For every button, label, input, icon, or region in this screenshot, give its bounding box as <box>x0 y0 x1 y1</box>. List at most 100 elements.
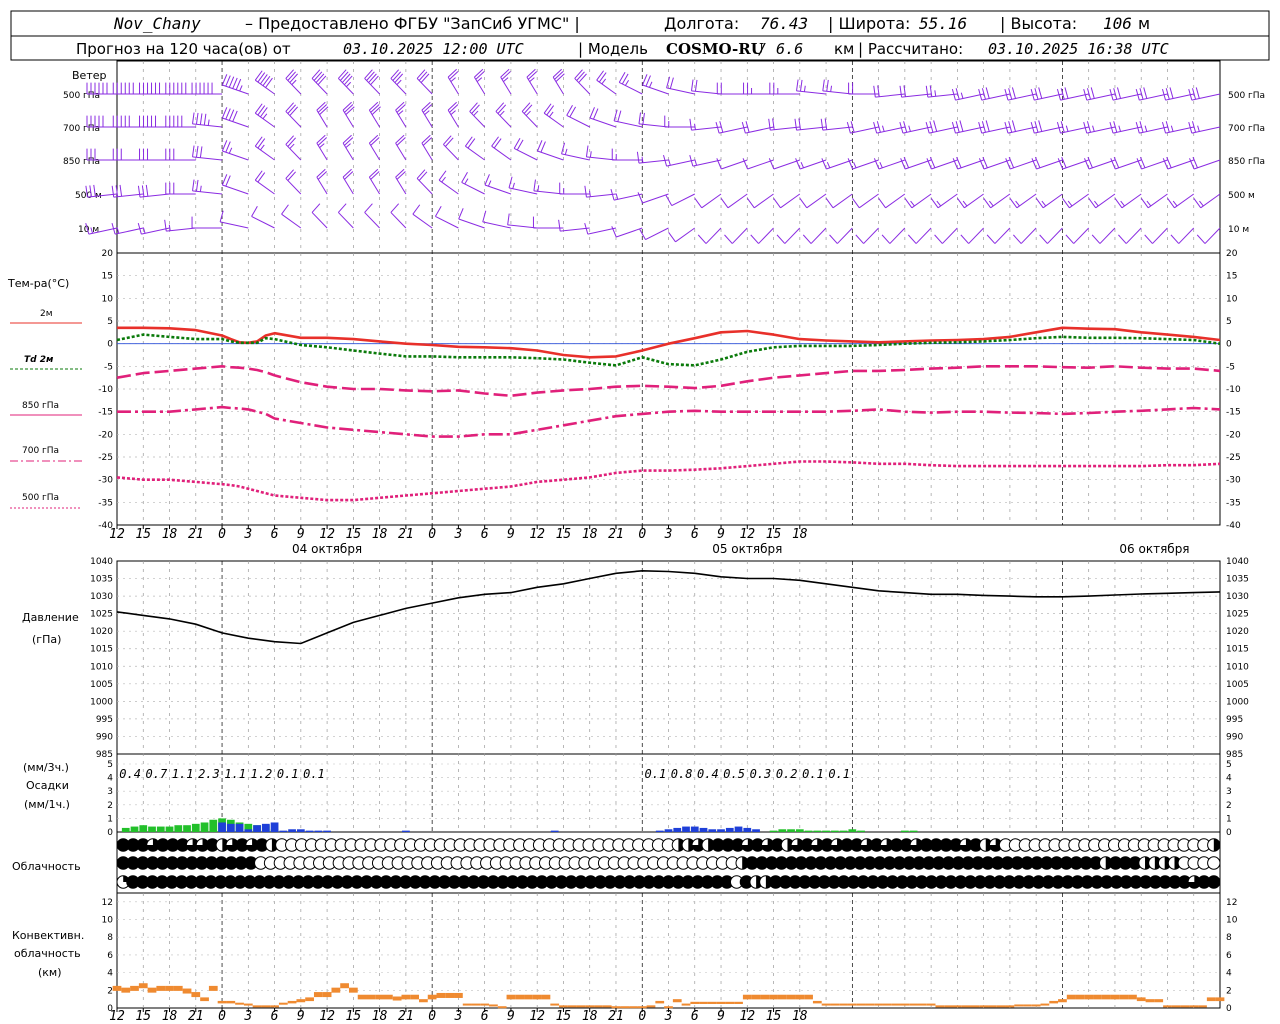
conv-tick-left: 2 <box>107 986 113 996</box>
conv-bar <box>751 994 761 1000</box>
wind-level-10m-right: 10 м <box>1228 225 1249 235</box>
precip-3h-total: 1.1 <box>224 767 246 781</box>
conv-bar <box>112 985 122 991</box>
conv-title-2: облачность <box>14 947 81 960</box>
precip-3h-total: 0.4 <box>697 767 719 781</box>
temp-tick-right: 15 <box>1226 272 1237 282</box>
snow-bar <box>664 829 673 832</box>
calc-time: 03.10.2025 16:38 UTC <box>988 40 1169 58</box>
rain-bar <box>148 826 156 832</box>
time-tick-mid: 6 <box>271 527 279 542</box>
conv-bar <box>672 999 682 1003</box>
conv-bar <box>935 1005 945 1008</box>
conv-bar <box>235 1002 244 1005</box>
temp-tick-left: -5 <box>104 362 113 372</box>
conv-tick-right: 8 <box>1226 933 1232 943</box>
rain-bar <box>200 822 209 832</box>
time-tick-mid: 3 <box>453 527 462 542</box>
conv-bar <box>1171 1005 1181 1008</box>
conv-bar <box>1198 1005 1207 1008</box>
pres-tick-left: 1025 <box>90 610 113 620</box>
conv-bar <box>1101 994 1111 1000</box>
snow-bar <box>655 830 664 832</box>
precip-3h-total: 0.3 <box>750 767 772 781</box>
station-name: Nov_Chany <box>113 14 201 33</box>
conv-bar <box>716 1001 726 1004</box>
conv-bar <box>1189 1005 1199 1008</box>
precip-3h-total: 0.5 <box>723 767 745 781</box>
pres-tick-left: 1030 <box>90 592 113 602</box>
conv-tick-right: 2 <box>1226 986 1232 996</box>
conv-bar <box>348 987 358 993</box>
cloud-title: Облачность <box>12 860 81 873</box>
conv-bar <box>1128 994 1137 1000</box>
conv-bar <box>637 1006 647 1009</box>
conv-bar <box>953 1005 962 1008</box>
pres-tick-right: 1005 <box>1226 680 1249 690</box>
wind-level-500hpa-right: 500 гПа <box>1228 91 1265 101</box>
precip-tick-left: 5 <box>107 760 113 770</box>
conv-bar <box>1093 994 1102 1000</box>
pres-tick-left: 995 <box>96 715 113 725</box>
snow-bar <box>752 829 760 832</box>
conv-bar <box>1040 1003 1050 1006</box>
conv-bar <box>1110 994 1120 1000</box>
conv-bar <box>576 1005 586 1008</box>
conv-bar <box>454 992 463 998</box>
precip-3h-total: 0.1 <box>828 767 850 781</box>
conv-bar <box>366 994 376 1000</box>
conv-tick-left: 6 <box>107 951 113 961</box>
rain-bar <box>165 826 174 832</box>
temp-tick-right: -15 <box>1226 408 1241 418</box>
model-resolution: / 6.6 <box>758 40 803 58</box>
time-tick-mid: 3 <box>664 527 673 542</box>
wind-level-500m-right: 500 м <box>1228 191 1255 201</box>
rain-bar <box>848 829 857 832</box>
rain-bar <box>900 830 909 832</box>
conv-bar <box>664 1006 673 1009</box>
conv-bar <box>1058 999 1067 1003</box>
time-tick-mid: 9 <box>717 527 725 542</box>
conv-bar <box>532 994 542 1000</box>
calc-label: | Рассчитано: <box>858 40 963 58</box>
resolution-unit: км <box>834 40 854 58</box>
snow-bar <box>673 827 682 832</box>
wind-title: Ветер <box>72 69 106 82</box>
provider-text: – Предоставлено ФГБУ "ЗапСиб УГМС" | <box>245 14 580 33</box>
cloudiness-panel <box>116 838 1221 889</box>
rain-bar <box>830 830 839 832</box>
conv-bar <box>436 992 446 998</box>
alt-label: | Высота: <box>1000 14 1077 33</box>
conv-bar <box>690 1001 700 1004</box>
rain-bar <box>183 825 191 832</box>
conv-bar <box>261 1005 271 1008</box>
cloud-symbol <box>1207 856 1221 870</box>
precip-tick-right: 2 <box>1226 801 1232 811</box>
lat-value: 55.16 <box>919 14 967 33</box>
snow-bar <box>235 823 244 832</box>
conv-bar <box>839 1003 848 1006</box>
precip-unit-3h: (мм/3ч.) <box>23 761 69 774</box>
snow-bar <box>717 829 725 832</box>
precip-3h-total: 0.4 <box>119 767 141 781</box>
temp-tick-left: -20 <box>98 430 113 440</box>
pres-tick-right: 1035 <box>1226 575 1249 585</box>
conv-bar <box>173 985 183 991</box>
conv-bar <box>331 987 341 993</box>
conv-bar <box>524 994 533 1000</box>
conv-bar <box>734 1001 743 1004</box>
conv-tick-right: 12 <box>1226 898 1237 908</box>
rain-bar <box>857 830 865 832</box>
conv-bar <box>1031 1004 1041 1007</box>
precip-3h-total: 1.2 <box>251 767 273 781</box>
conv-bar <box>646 1005 656 1008</box>
time-tick-mid: 21 <box>608 527 624 542</box>
rain-bar <box>839 830 848 832</box>
conv-bar <box>340 983 349 989</box>
precip-3h-total: 0.7 <box>146 767 168 781</box>
time-tick-mid: 12 <box>109 527 125 542</box>
conv-bar <box>830 1003 840 1006</box>
rain-bar <box>121 827 130 832</box>
conv-bar <box>1005 1005 1015 1008</box>
time-tick-mid: 15 <box>556 527 572 542</box>
